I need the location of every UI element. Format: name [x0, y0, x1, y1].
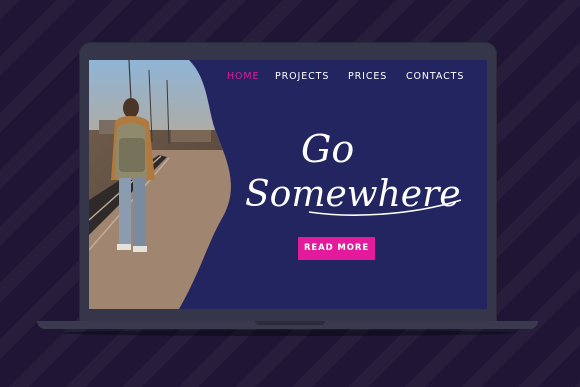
nav-prices-link[interactable]: PRICES	[348, 70, 387, 84]
laptop-base-notch	[255, 321, 325, 325]
nav-projects-link[interactable]: PROJECTS	[275, 70, 329, 84]
laptop-screen: HOME PROJECTS PRICES CONTACTS Go Somewhe…	[89, 60, 487, 309]
laptop-lid: HOME PROJECTS PRICES CONTACTS Go Somewhe…	[79, 42, 497, 322]
laptop-base	[37, 321, 538, 329]
hero-headline-line1: Go	[301, 127, 354, 171]
top-nav: HOME PROJECTS PRICES CONTACTS	[89, 70, 487, 84]
read-more-button[interactable]: READ MORE	[298, 237, 375, 260]
nav-home-link[interactable]: HOME	[227, 70, 259, 84]
hero-headline: Go Somewhere	[245, 127, 462, 216]
laptop-shadow	[60, 330, 516, 336]
nav-contacts-link[interactable]: CONTACTS	[406, 70, 464, 84]
